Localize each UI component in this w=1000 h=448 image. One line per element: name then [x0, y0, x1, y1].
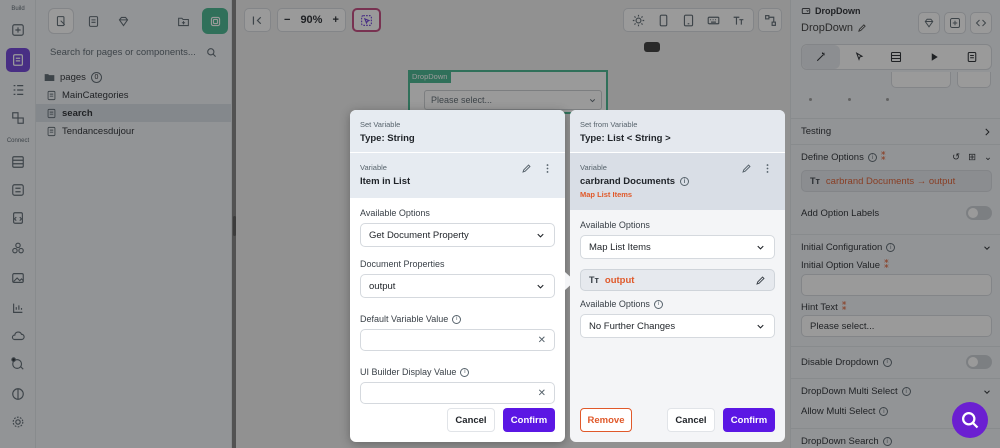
confirm-button[interactable]: Confirm: [503, 408, 555, 432]
clear-icon[interactable]: ✕: [538, 388, 546, 399]
set-from-variable-type: Type: List < String >: [580, 133, 671, 144]
default-variable-value-input[interactable]: ✕: [360, 329, 555, 351]
available-options-label: Available Options: [360, 208, 430, 218]
info-icon: i: [680, 177, 690, 186]
more-vertical-icon[interactable]: [762, 163, 773, 174]
source-variable-sub: Map List Items: [580, 190, 633, 199]
mapped-output-value: output: [604, 274, 635, 286]
chevron-down-icon: [537, 284, 544, 289]
info-icon: i: [460, 367, 470, 377]
available-options-2-label: Available Options i: [580, 299, 775, 309]
remove-button[interactable]: Remove: [580, 408, 632, 432]
source-variable-row[interactable]: Variable carbrand Documents i Map List I…: [570, 152, 785, 210]
chevron-down-icon: [537, 233, 544, 238]
document-properties-value: output: [369, 280, 396, 292]
document-properties-select[interactable]: output: [360, 274, 555, 298]
ui-builder-display-value-label: UI Builder Display Value i: [360, 367, 555, 377]
mapped-output-field[interactable]: Tт output: [580, 269, 775, 291]
edit-pencil-icon[interactable]: [521, 163, 532, 174]
search-help-button[interactable]: [952, 402, 988, 438]
set-from-variable-dialog: Set from Variable Type: List < String > …: [570, 110, 785, 442]
chevron-down-icon: [757, 245, 764, 250]
set-from-variable-label: Set from Variable: [580, 120, 638, 129]
text-type-icon: Tт: [589, 275, 599, 285]
confirm-button[interactable]: Confirm: [723, 408, 775, 432]
chevron-down-icon: [757, 324, 764, 329]
map-list-items-select[interactable]: Map List Items: [580, 235, 775, 259]
document-properties-label: Document Properties: [360, 259, 445, 269]
edit-pencil-icon[interactable]: [755, 275, 766, 286]
source-variable-name: carbrand Documents: [580, 176, 676, 187]
set-variable-dialog: Set Variable Type: String Variable Item …: [350, 110, 565, 442]
set-variable-label: Set Variable: [360, 120, 401, 129]
more-vertical-icon[interactable]: [542, 163, 553, 174]
default-variable-value-label: Default Variable Value i: [360, 314, 555, 324]
info-icon: i: [452, 314, 462, 324]
edit-pencil-icon[interactable]: [741, 163, 752, 174]
set-variable-type: Type: String: [360, 133, 415, 144]
variable-name: Item in List: [360, 176, 411, 187]
info-icon: i: [653, 299, 663, 309]
further-changes-select[interactable]: No Further Changes: [580, 314, 775, 338]
connector-arrow: [565, 272, 575, 290]
available-options-value: Get Document Property: [369, 229, 469, 241]
search-icon: [962, 412, 979, 429]
cancel-button[interactable]: Cancel: [667, 408, 715, 432]
cancel-button[interactable]: Cancel: [447, 408, 495, 432]
ui-builder-display-value-input[interactable]: ✕: [360, 382, 555, 404]
available-options-label: Available Options: [580, 220, 650, 230]
clear-icon[interactable]: ✕: [538, 335, 546, 346]
map-list-items-value: Map List Items: [589, 241, 651, 253]
available-options-select[interactable]: Get Document Property: [360, 223, 555, 247]
variable-row[interactable]: Variable Item in List: [350, 152, 565, 198]
further-changes-value: No Further Changes: [589, 320, 676, 332]
